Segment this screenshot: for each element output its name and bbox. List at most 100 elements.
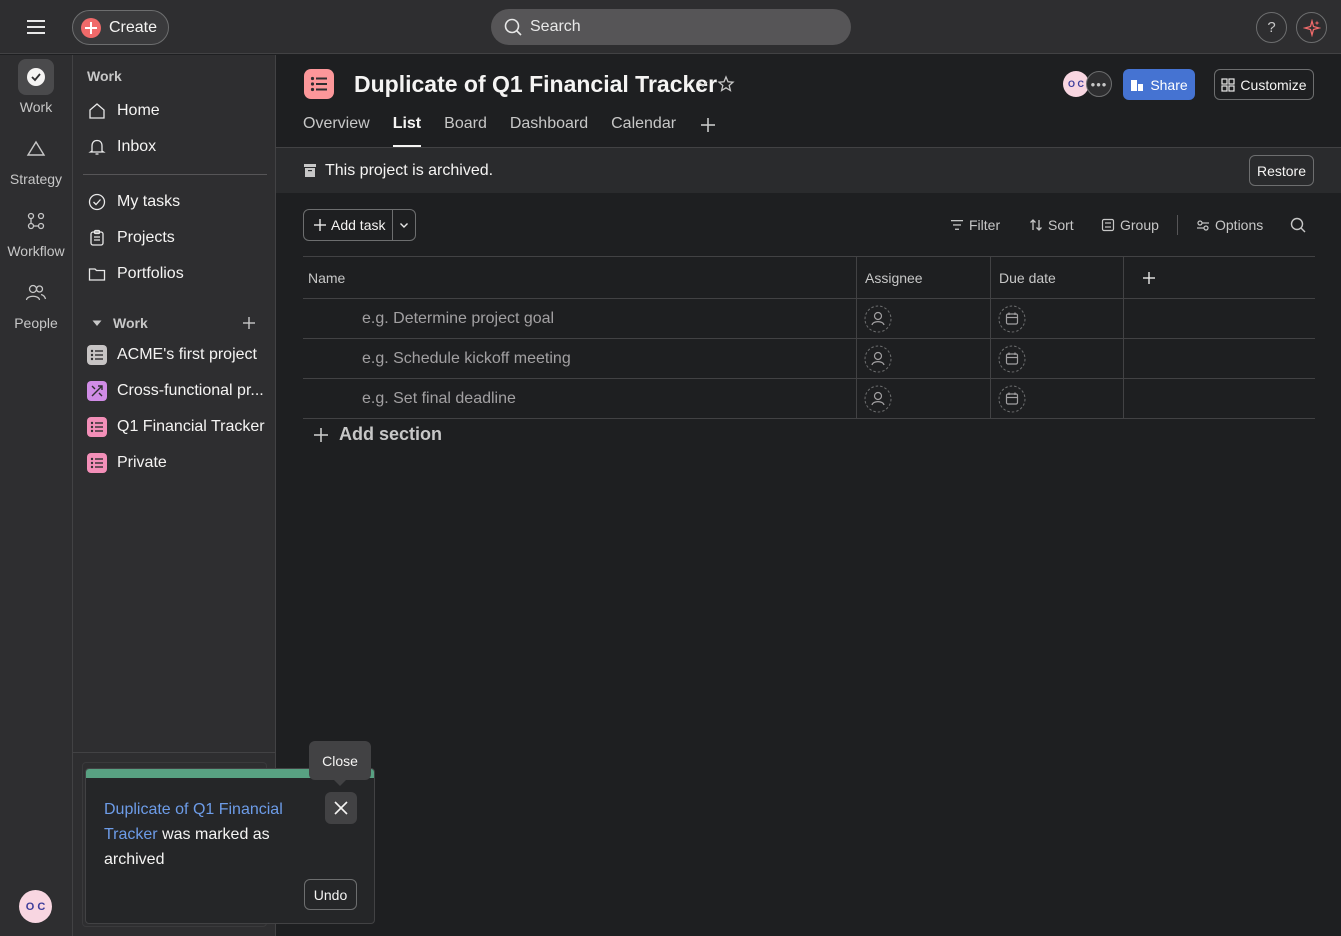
restore-button[interactable]: Restore [1249, 155, 1314, 186]
sidebar-project-cross-functional[interactable]: Cross-functional pr... [81, 374, 269, 408]
view-tabs: Overview List Board Dashboard Calendar [303, 115, 719, 147]
ai-assistant-button[interactable] [1296, 12, 1327, 43]
assignee-placeholder-icon[interactable] [864, 385, 892, 413]
add-section-label: Add section [339, 424, 443, 444]
people-icon [18, 275, 54, 311]
archived-toast: Duplicate of Q1 Financial Tracker was ma… [85, 768, 375, 924]
task-name[interactable]: e.g. Determine project goal [362, 299, 554, 339]
add-project-icon[interactable] [239, 313, 259, 333]
list-project-icon[interactable] [304, 69, 334, 99]
home-icon [87, 101, 107, 121]
archived-message: This project is archived. [325, 162, 494, 179]
more-members-icon[interactable]: ••• [1086, 71, 1112, 97]
rail-label: People [14, 315, 58, 331]
close-tooltip: Close [309, 741, 371, 786]
archive-icon [304, 164, 316, 177]
top-bar: Create Search ? [0, 0, 1341, 54]
options-label: Options [1215, 217, 1264, 233]
add-task-split-button: Add task [303, 209, 416, 241]
sidebar-divider [83, 174, 267, 175]
rail-item-work[interactable]: Work [0, 59, 72, 115]
sidebar-project-private[interactable]: Private [81, 446, 269, 480]
workflow-icon [18, 203, 54, 239]
list-project-icon [87, 417, 107, 437]
page-title[interactable]: Duplicate of Q1 Financial Tracker [354, 71, 717, 98]
undo-button[interactable]: Undo [304, 879, 357, 910]
triangle-icon [18, 131, 54, 167]
tab-dashboard[interactable]: Dashboard [510, 115, 588, 147]
options-icon [1196, 218, 1210, 232]
sidebar-project-acme[interactable]: ACME's first project [81, 338, 269, 372]
sort-button[interactable]: Sort [1029, 209, 1074, 241]
due-date-placeholder-icon[interactable] [998, 345, 1026, 373]
rail-label: Strategy [9, 171, 63, 187]
assignee-placeholder-icon[interactable] [864, 345, 892, 373]
menu-icon[interactable] [22, 14, 50, 40]
group-icon [1101, 218, 1115, 232]
table-row[interactable]: e.g. Determine project goal [303, 299, 1315, 339]
due-date-placeholder-icon[interactable] [998, 385, 1026, 413]
search-tasks-button[interactable] [1290, 209, 1306, 241]
add-task-dropdown[interactable] [393, 210, 415, 240]
archived-banner: This project is archived. Restore [276, 148, 1341, 193]
assignee-placeholder-icon[interactable] [864, 305, 892, 333]
column-divider [990, 256, 991, 419]
column-header-assignee[interactable]: Assignee [865, 257, 923, 299]
group-button[interactable]: Group [1101, 209, 1159, 241]
toolbar-divider [1177, 215, 1178, 235]
table-row[interactable]: e.g. Schedule kickoff meeting [303, 339, 1315, 379]
options-button[interactable]: Options [1196, 209, 1263, 241]
sidebar-section-label: Work [113, 315, 148, 331]
star-icon[interactable] [717, 75, 735, 93]
create-button[interactable]: Create [72, 10, 169, 45]
list-toolbar: Add task Filter Sort Group Options [303, 209, 1315, 241]
rail-item-strategy[interactable]: Strategy [0, 131, 72, 187]
grid-icon [1221, 77, 1236, 92]
add-section-button[interactable]: Add section [313, 424, 442, 445]
tab-board[interactable]: Board [444, 115, 487, 147]
share-button[interactable]: Share [1123, 69, 1195, 100]
tab-calendar[interactable]: Calendar [611, 115, 676, 147]
task-table: Name Assignee Due date e.g. Determine pr… [303, 256, 1315, 444]
column-divider [856, 256, 857, 419]
column-header-name[interactable]: Name [308, 257, 345, 299]
sidebar-item-portfolios[interactable]: Portfolios [81, 257, 269, 291]
group-label: Group [1120, 217, 1159, 233]
task-name[interactable]: e.g. Set final deadline [362, 379, 516, 419]
table-row[interactable]: e.g. Set final deadline [303, 379, 1315, 419]
rail-item-people[interactable]: People [0, 275, 72, 331]
sidebar-item-projects[interactable]: Projects [81, 221, 269, 255]
search-input[interactable]: Search [491, 9, 851, 45]
sidebar-item-label: Portfolios [117, 265, 184, 282]
avatar[interactable]: O C [19, 890, 52, 923]
sidebar-item-inbox[interactable]: Inbox [81, 130, 269, 164]
add-task-button[interactable]: Add task [304, 210, 393, 240]
rail-item-workflow[interactable]: Workflow [0, 203, 72, 259]
close-button[interactable] [325, 792, 357, 824]
filter-button[interactable]: Filter [950, 209, 1000, 241]
customize-button[interactable]: Customize [1214, 69, 1314, 100]
add-tab-icon[interactable] [699, 116, 719, 136]
search-icon [504, 18, 522, 36]
tab-overview[interactable]: Overview [303, 115, 370, 147]
sidebar-item-my-tasks[interactable]: My tasks [81, 185, 269, 219]
sidebar-divider [73, 752, 277, 753]
chevron-down-icon [398, 219, 410, 231]
help-button[interactable]: ? [1256, 12, 1287, 43]
add-column-icon[interactable] [1139, 268, 1159, 288]
sidebar-project-q1-financial-tracker[interactable]: Q1 Financial Tracker [81, 410, 269, 444]
column-header-due-date[interactable]: Due date [999, 257, 1056, 299]
sidebar-item-home[interactable]: Home [81, 94, 269, 128]
sidebar-item-label: Inbox [117, 138, 157, 155]
sidebar-section-work[interactable]: Work [81, 310, 269, 336]
due-date-placeholder-icon[interactable] [998, 305, 1026, 333]
sidebar-item-label: Q1 Financial Tracker [117, 418, 265, 435]
chevron-down-icon[interactable] [694, 75, 712, 93]
customize-label: Customize [1240, 76, 1307, 93]
sidebar-item-label: ACME's first project [117, 346, 257, 363]
tab-list[interactable]: List [392, 115, 422, 147]
main-content: Duplicate of Q1 Financial Tracker O C ••… [276, 55, 1341, 936]
sort-label: Sort [1048, 217, 1074, 233]
task-name[interactable]: e.g. Schedule kickoff meeting [362, 339, 571, 379]
search-placeholder: Search [530, 18, 581, 35]
